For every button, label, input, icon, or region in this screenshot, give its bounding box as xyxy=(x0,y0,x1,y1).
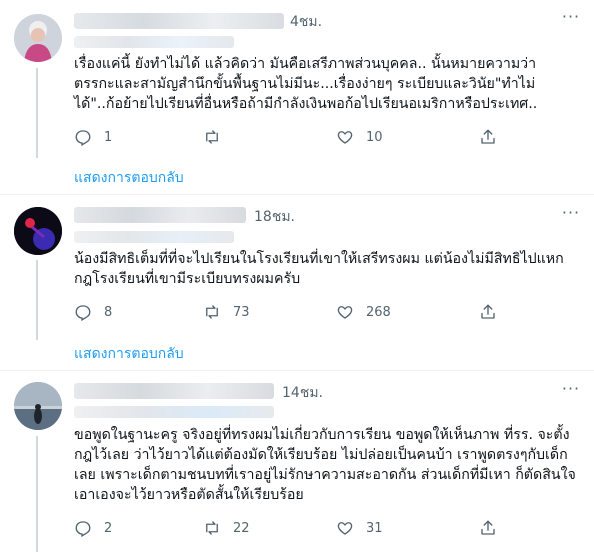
share-button[interactable] xyxy=(479,518,497,538)
like-button[interactable]: 268 xyxy=(336,302,391,322)
avatar[interactable] xyxy=(14,382,62,430)
show-replies-link[interactable]: แสดงการตอบกลับ xyxy=(74,343,184,365)
retweet-count: 73 xyxy=(233,304,250,320)
divider xyxy=(0,370,594,371)
reply-count: 8 xyxy=(104,304,113,320)
username-blurred xyxy=(74,383,274,399)
avatar[interactable] xyxy=(14,14,62,62)
like-icon xyxy=(337,306,353,319)
avatar[interactable] xyxy=(14,207,62,255)
divider xyxy=(0,194,594,195)
more-icon[interactable]: ··· xyxy=(560,381,582,398)
thread-line xyxy=(36,436,38,552)
like-button[interactable]: 31 xyxy=(336,518,383,538)
retweet-count: 22 xyxy=(233,520,250,536)
reply-icon xyxy=(75,305,91,321)
retweet-button[interactable] xyxy=(203,127,233,147)
like-icon xyxy=(337,131,353,144)
share-icon xyxy=(481,129,495,144)
tweet-timestamp[interactable]: 14ชม. xyxy=(282,382,323,404)
reply-button[interactable]: 8 xyxy=(74,302,112,322)
retweet-icon xyxy=(206,130,218,144)
tweet-text: น้องมีสิทธิเต็มที่ที่จะไปเรียนในโรงเรียน… xyxy=(74,251,564,287)
reply-count: 2 xyxy=(104,520,113,536)
retweet-icon xyxy=(206,521,218,535)
username-blurred xyxy=(74,13,284,29)
tweet-text: เรื่องแค่นี้ ยังทำไม่ได้ แล้วคิดว่า มันค… xyxy=(74,56,538,112)
share-icon xyxy=(481,520,495,535)
share-button[interactable] xyxy=(479,302,497,322)
tweet-timestamp[interactable]: 4ชม. xyxy=(290,11,322,33)
like-button[interactable]: 10 xyxy=(336,127,383,147)
like-icon xyxy=(337,522,353,535)
thread-line xyxy=(36,68,38,158)
retweet-icon xyxy=(206,305,218,319)
share-button[interactable] xyxy=(479,127,497,147)
retweet-button[interactable]: 22 xyxy=(203,518,250,538)
like-count: 268 xyxy=(366,304,391,320)
reply-to-blurred xyxy=(74,231,234,243)
reply-to-blurred xyxy=(74,36,234,48)
more-icon[interactable]: ··· xyxy=(560,9,582,26)
thread-line xyxy=(36,260,38,340)
like-count: 10 xyxy=(366,129,383,145)
username-blurred xyxy=(74,207,246,223)
reply-to-blurred xyxy=(74,406,274,418)
tweet-timestamp[interactable]: 18ชม. xyxy=(254,206,295,228)
reply-icon xyxy=(75,130,91,146)
share-icon xyxy=(481,304,495,319)
reply-count: 1 xyxy=(104,129,113,145)
reply-button[interactable]: 2 xyxy=(74,518,112,538)
reply-button[interactable]: 1 xyxy=(74,127,112,147)
more-icon[interactable]: ··· xyxy=(560,205,582,222)
like-count: 31 xyxy=(366,520,383,536)
show-replies-link[interactable]: แสดงการตอบกลับ xyxy=(74,167,184,189)
retweet-button[interactable]: 73 xyxy=(203,302,250,322)
tweet-text: ขอพูดในฐานะครู จริงอยู่ที่ทรงผมไม่เกี่ยว… xyxy=(74,427,576,503)
reply-icon xyxy=(75,521,91,537)
